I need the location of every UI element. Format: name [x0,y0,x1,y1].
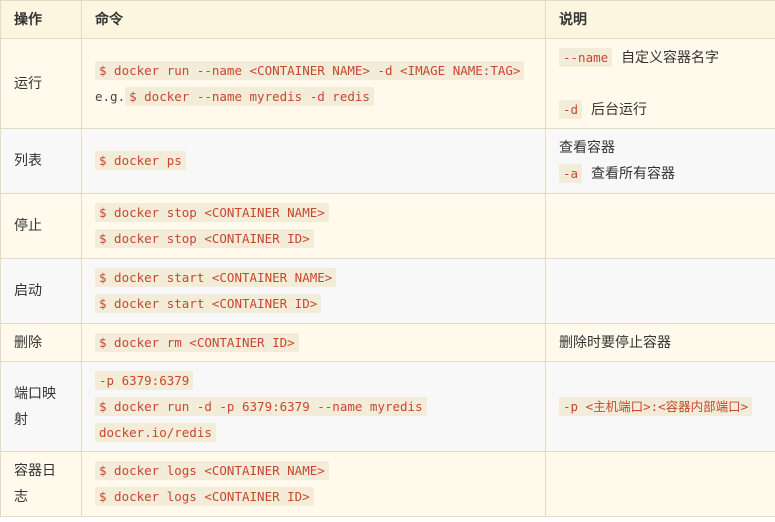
command-code: $ docker rm <CONTAINER ID> [95,332,299,352]
op-cell: 容器日志 [0,451,82,517]
cmd-cell: -p 6379:6379 $ docker run -d -p 6379:637… [81,361,546,452]
option-code: --name [559,47,613,67]
header-op: 操作 [0,0,82,39]
command-code: $ docker logs <CONTAINER NAME> [95,461,329,480]
op-cell: 运行 [0,38,82,129]
command-code: $ docker stop <CONTAINER ID> [95,229,314,248]
command-code: $ docker start <CONTAINER ID> [95,294,322,313]
op-cell: 停止 [0,193,82,259]
option-code: -a [559,164,583,183]
table-row-logs: 容器日志 $ docker logs <CONTAINER NAME> $ do… [0,451,775,517]
command-code: $ docker start <CONTAINER NAME> [95,268,337,287]
command-code: $ docker logs <CONTAINER ID> [95,487,314,506]
option-text: 查看所有容器 [590,166,675,182]
desc-cell: -p <主机端口>:<容器内部端口> [545,361,775,452]
cmd-cell: $ docker rm <CONTAINER ID> [81,323,546,362]
cmd-cell: $ docker start <CONTAINER NAME> $ docker… [81,258,546,324]
command-code: $ docker run -d -p 6379:6379 --name myre… [95,396,427,442]
command-code: -p 6379:6379 [95,370,194,390]
table-header-row: 操作 命令 说明 [0,0,775,39]
option-code: -d [559,99,583,119]
header-cmd: 命令 [81,0,546,39]
table-row-start: 启动 $ docker start <CONTAINER NAME> $ doc… [0,258,775,324]
op-cell: 列表 [0,128,82,194]
command-code: $ docker run --name <CONTAINER NAME> -d … [95,60,525,80]
desc-cell: --name 自定义容器名字 -d 后台运行 [545,38,775,129]
table-row-run: 运行 $ docker run --name <CONTAINER NAME> … [0,38,775,129]
command-code: $ docker stop <CONTAINER NAME> [95,203,329,222]
desc-cell [545,193,775,259]
cmd-cell: $ docker run --name <CONTAINER NAME> -d … [81,38,546,129]
op-cell: 端口映射 [0,361,82,452]
op-cell: 启动 [0,258,82,324]
desc-cell: 查看容器 -a 查看所有容器 [545,128,775,194]
cmd-cell: $ docker ps [81,128,546,194]
cmd-cell: $ docker logs <CONTAINER NAME> $ docker … [81,451,546,517]
desc-cell [545,451,775,517]
command-code: $ docker --name myredis -d redis [125,86,374,106]
table-row-port-mapping: 端口映射 -p 6379:6379 $ docker run -d -p 637… [0,361,775,452]
table-row-stop: 停止 $ docker stop <CONTAINER NAME> $ dock… [0,193,775,259]
table-row-list: 列表 $ docker ps 查看容器 -a 查看所有容器 [0,128,775,194]
option-code: -p <主机端口>:<容器内部端口> [559,396,753,416]
op-cell: 删除 [0,323,82,362]
desc-cell: 删除时要停止容器 [545,323,775,362]
example-prefix: e.g. [95,88,126,104]
command-code: $ docker ps [95,151,186,170]
header-desc: 说明 [545,0,775,39]
desc-cell [545,258,775,324]
desc-text: 查看容器 [559,140,615,156]
option-text: 后台运行 [590,101,647,118]
table-row-remove: 删除 $ docker rm <CONTAINER ID> 删除时要停止容器 [0,323,775,362]
option-text: 自定义容器名字 [621,49,720,66]
cmd-cell: $ docker stop <CONTAINER NAME> $ docker … [81,193,546,259]
docker-commands-table: 操作 命令 说明 运行 $ docker run --name <CONTAIN… [0,0,775,517]
